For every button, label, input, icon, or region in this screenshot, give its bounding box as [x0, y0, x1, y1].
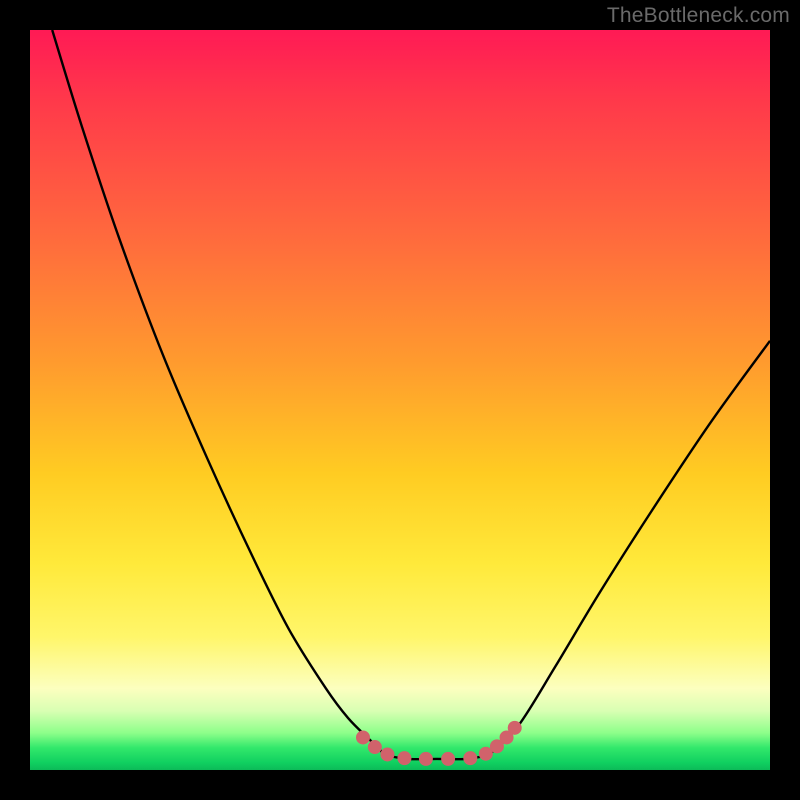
optimum-dot	[464, 752, 477, 765]
optimum-dot	[479, 747, 492, 760]
optimum-dot	[357, 731, 370, 744]
optimum-dot	[419, 752, 432, 765]
watermark-label: TheBottleneck.com	[607, 4, 790, 28]
optimum-dot	[368, 741, 381, 754]
chart-frame: TheBottleneck.com	[0, 0, 800, 800]
plot-area	[30, 30, 770, 770]
optimum-dot	[442, 752, 455, 765]
right-curve	[489, 341, 770, 755]
left-curve	[52, 30, 385, 755]
optimum-dot	[381, 748, 394, 761]
optimum-dot	[398, 752, 411, 765]
optimum-dot	[508, 721, 521, 734]
curve-svg	[30, 30, 770, 770]
